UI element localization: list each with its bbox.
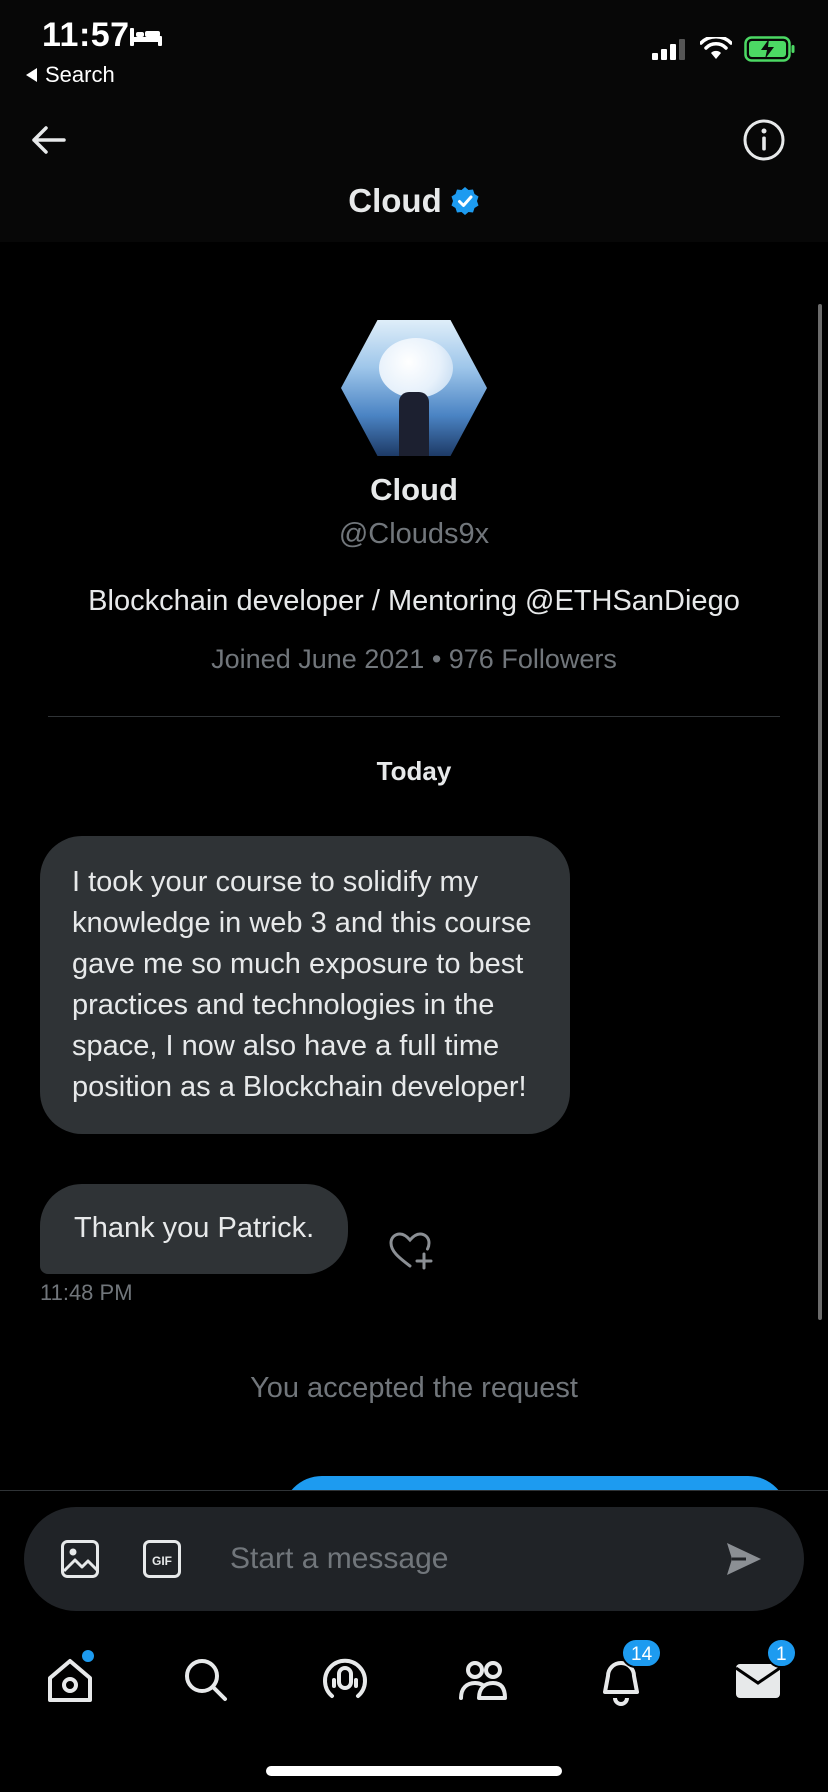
- image-icon[interactable]: [60, 1539, 100, 1579]
- back-arrow-icon[interactable]: [28, 120, 68, 160]
- message-bubble[interactable]: Thank you Patrick.: [40, 1184, 349, 1274]
- tab-home[interactable]: [42, 1650, 98, 1708]
- home-unread-dot: [82, 1650, 94, 1662]
- search-icon: [185, 1659, 227, 1701]
- tab-communities[interactable]: [455, 1652, 511, 1708]
- tab-search[interactable]: [178, 1652, 234, 1708]
- system-icons: [652, 36, 796, 62]
- profile-meta: Joined June 2021 • 976 Followers: [211, 644, 617, 674]
- svg-text:GIF: GIF: [152, 1554, 172, 1568]
- add-reaction-icon[interactable]: [388, 1230, 434, 1272]
- header-title-group[interactable]: Cloud: [0, 182, 828, 220]
- profile-bio: Blockchain developer / Mentoring @ETHSan…: [88, 585, 740, 617]
- message-composer: GIF: [24, 1507, 804, 1611]
- verified-badge-icon: [451, 187, 479, 215]
- spaces-icon: [323, 1658, 367, 1698]
- avatar-figure-body: [399, 392, 429, 456]
- message-timestamp: 11:48 PM: [40, 1280, 133, 1305]
- communities-icon: [459, 1661, 507, 1700]
- composer-area: GIF: [0, 1490, 828, 1630]
- tab-spaces[interactable]: [317, 1652, 373, 1708]
- back-triangle-icon: [26, 68, 37, 82]
- day-separator: Today: [376, 756, 452, 786]
- page-title: Cloud: [348, 182, 442, 219]
- back-app-label: Search: [45, 62, 115, 87]
- profile-name: Cloud: [370, 472, 458, 507]
- profile-handle: @Clouds9x: [338, 518, 490, 550]
- battery-charging-icon: [744, 36, 795, 62]
- message-bubble[interactable]: I took your course to solidify my knowle…: [40, 836, 570, 1134]
- status-bar: 11:57 Search: [0, 0, 828, 100]
- send-icon[interactable]: [724, 1539, 764, 1579]
- divider: [48, 716, 780, 717]
- tab-bar: 14 1: [0, 1630, 828, 1792]
- messages-badge: 1: [766, 1638, 797, 1668]
- conversation-header: Cloud: [0, 100, 828, 242]
- gif-icon[interactable]: GIF: [142, 1539, 182, 1579]
- status-time: 11:57: [42, 16, 130, 54]
- profile-summary[interactable]: Cloud @Clouds9x Blockchain developer / M…: [0, 320, 828, 675]
- home-indicator[interactable]: [266, 1766, 562, 1776]
- avatar[interactable]: [341, 320, 487, 456]
- signal-icon: [652, 39, 685, 60]
- tab-notifications[interactable]: 14: [593, 1638, 663, 1708]
- wifi-icon: [700, 37, 732, 59]
- info-icon[interactable]: [742, 118, 786, 162]
- avatar-figure-head: [379, 338, 453, 398]
- tab-messages[interactable]: 1: [730, 1638, 797, 1708]
- notifications-badge: 14: [621, 1638, 663, 1668]
- sleep-focus-icon: [130, 28, 162, 46]
- message-input[interactable]: [230, 1537, 690, 1581]
- back-to-app-button[interactable]: Search: [26, 62, 115, 88]
- system-note: You accepted the request: [250, 1372, 578, 1404]
